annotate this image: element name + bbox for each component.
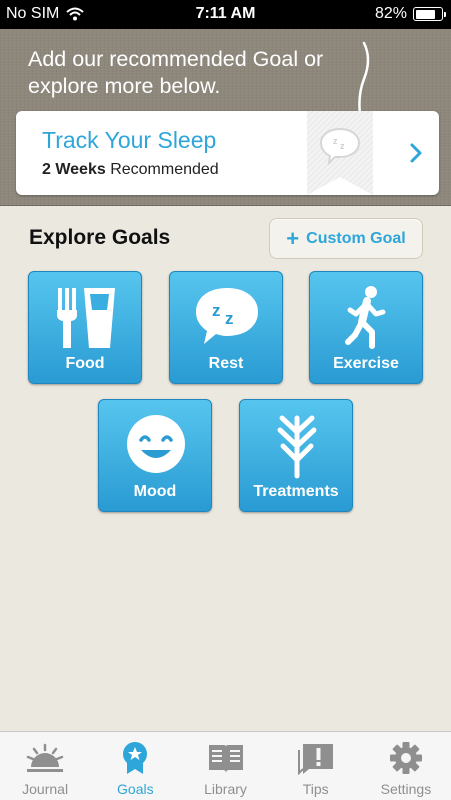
recommendation-prompt: Add our recommended Goal or explore more… — [28, 47, 324, 98]
battery-cap — [443, 12, 446, 17]
settings-icon — [389, 742, 422, 774]
rest-icon: z z — [196, 288, 258, 344]
tab-settings[interactable]: Settings — [361, 732, 451, 800]
food-icon — [57, 288, 115, 348]
goal-category-food[interactable]: Food — [28, 271, 142, 384]
tab-label: Tips — [302, 781, 329, 797]
tips-icon — [297, 744, 333, 775]
battery-percent: 82% — [374, 5, 407, 22]
treatments-icon — [277, 415, 317, 479]
status-right: 82% — [374, 5, 446, 23]
tab-label: Journal — [22, 781, 69, 797]
exercise-icon — [345, 286, 386, 349]
battery-fill — [415, 9, 436, 19]
sleep-ribbon-icon: z z — [307, 111, 373, 195]
custom-goal-button[interactable]: + Custom Goal — [269, 218, 423, 259]
mood-icon — [127, 415, 185, 473]
tab-label: Library — [204, 781, 247, 797]
svg-text:z: z — [340, 141, 345, 151]
svg-text:z: z — [225, 309, 234, 328]
status-bar: No SIM 7:11 AM 82% — [0, 0, 451, 29]
goal-category-label: Treatments — [253, 483, 339, 500]
journal-icon — [26, 743, 64, 772]
duration-suffix: Recommended — [105, 161, 219, 178]
recommended-goal-card[interactable]: Track Your Sleep 2 Weeks Recommended z z — [16, 111, 439, 195]
tab-bar: Journal Goals Library Tips Settings — [0, 731, 451, 800]
goal-category-treatments[interactable]: Treatments — [239, 399, 353, 512]
tab-tips[interactable]: Tips — [271, 732, 361, 800]
goals-icon — [123, 742, 148, 774]
chevron-right-icon — [410, 143, 422, 163]
tab-library[interactable]: Library — [180, 732, 270, 800]
custom-goal-label: Custom Goal — [306, 229, 406, 247]
battery-icon — [413, 7, 446, 21]
recommended-goal-duration: 2 Weeks Recommended — [42, 161, 219, 179]
goal-category-rest[interactable]: z z Rest — [169, 271, 283, 384]
explore-goals-heading: Explore Goals — [29, 226, 171, 249]
plus-icon: + — [286, 225, 300, 251]
goal-category-mood[interactable]: Mood — [98, 399, 212, 512]
duration-value: 2 Weeks — [42, 161, 106, 178]
recommendation-banner: Add our recommended Goal or explore more… — [0, 29, 451, 206]
recommended-goal-title: Track Your Sleep — [42, 127, 217, 153]
goal-category-exercise[interactable]: Exercise — [309, 271, 423, 384]
goal-category-label: Food — [65, 355, 105, 372]
goal-category-label: Mood — [133, 483, 177, 500]
library-icon — [208, 745, 243, 773]
svg-text:z: z — [212, 301, 221, 320]
goal-category-label: Exercise — [333, 355, 399, 372]
tab-journal[interactable]: Journal — [0, 732, 90, 800]
tab-goals[interactable]: Goals — [90, 732, 180, 800]
goal-category-label: Rest — [208, 355, 244, 372]
tab-label: Settings — [380, 781, 432, 797]
tab-label: Goals — [117, 781, 154, 797]
svg-text:z: z — [333, 136, 338, 146]
